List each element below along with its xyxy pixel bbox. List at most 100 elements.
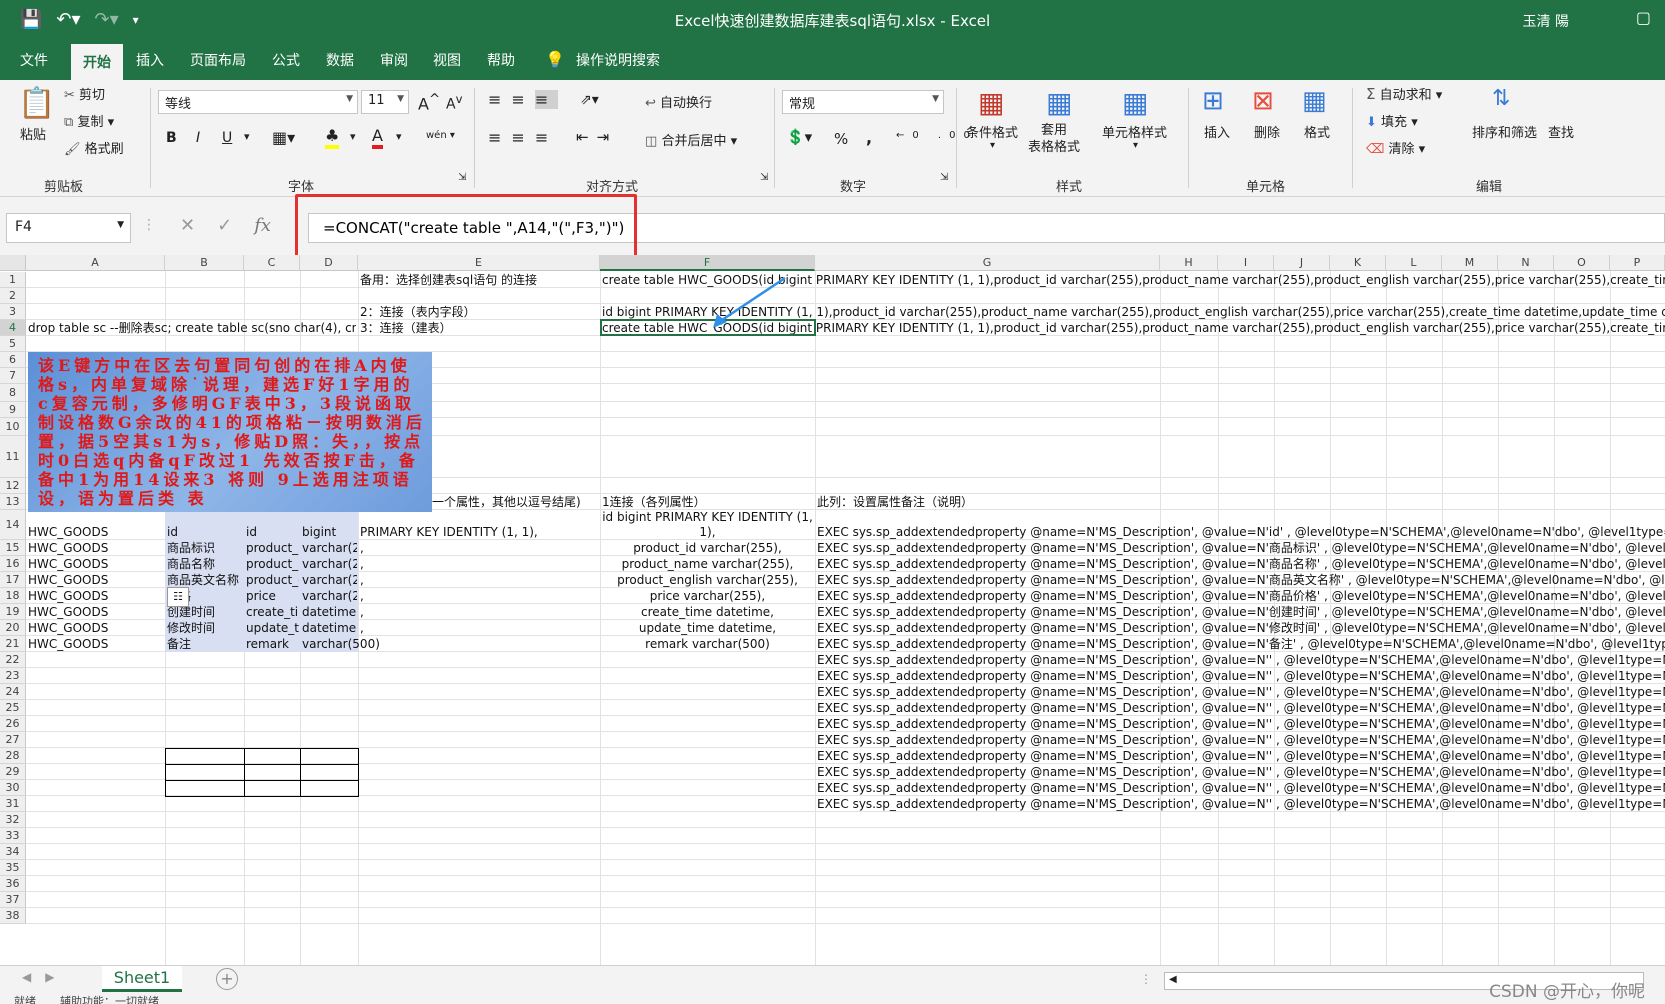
table-cell-g[interactable]: EXEC sys.sp_addextendedproperty @name=N'… — [817, 604, 1665, 620]
row-header-17[interactable]: 17 — [0, 572, 26, 588]
fill-button[interactable]: ⬇ 填充 ▾ — [1366, 111, 1418, 130]
column-header-f[interactable]: F — [600, 255, 815, 271]
wrap-text-button[interactable]: ↩ 自动换行 — [645, 92, 712, 111]
table-cell-c[interactable]: update_tii — [246, 620, 299, 636]
currency-icon[interactable]: 💲▾ — [786, 128, 812, 146]
row-header-16[interactable]: 16 — [0, 556, 26, 572]
row-header-13[interactable]: 13 — [0, 494, 26, 510]
shrink-font-button[interactable]: Av — [446, 92, 462, 113]
table-cell-f[interactable]: product_name varchar(255), — [602, 556, 813, 572]
row-header-6[interactable]: 6 — [0, 352, 26, 368]
table-cell-g[interactable]: EXEC sys.sp_addextendedproperty @name=N'… — [817, 636, 1665, 652]
table-cell-f[interactable]: product_english varchar(255), — [602, 572, 813, 588]
insert-cells-icon[interactable]: ⊞ — [1202, 86, 1224, 116]
table-cell-d[interactable]: datetime — [302, 604, 357, 620]
fill-dropdown[interactable]: ▾ — [350, 130, 356, 143]
row-header-23[interactable]: 23 — [0, 668, 26, 684]
phonetic-button[interactable]: wén ▾ — [426, 130, 455, 141]
row-header-4[interactable]: 4 — [0, 320, 26, 336]
column-header-c[interactable]: C — [244, 255, 300, 271]
tab-review[interactable]: 审阅 — [380, 50, 408, 70]
cell-e3[interactable]: 2：连接（表内字段） — [360, 304, 476, 320]
cut-button[interactable]: ✂ 剪切 — [64, 84, 105, 103]
row-header-25[interactable]: 25 — [0, 700, 26, 716]
table-cell-b[interactable]: 备注 — [167, 636, 243, 652]
row-header-1[interactable]: 1 — [0, 272, 26, 288]
table-cell-e[interactable]: , — [360, 604, 599, 620]
insert-cells-button[interactable]: 插入 — [1204, 122, 1230, 141]
number-launcher-icon[interactable]: ⇲ — [940, 172, 948, 183]
underline-button[interactable]: U — [222, 130, 232, 146]
table-cell-e[interactable]: , — [360, 588, 599, 604]
indent-icons[interactable]: ⇤⇥ — [576, 128, 617, 146]
tab-help[interactable]: 帮助 — [487, 50, 515, 70]
table-cell-c[interactable]: id — [246, 524, 299, 540]
table-cell-c[interactable]: product_n — [246, 556, 299, 572]
row-header-5[interactable]: 5 — [0, 336, 26, 352]
column-header-n[interactable]: N — [1498, 255, 1554, 271]
column-header-k[interactable]: K — [1330, 255, 1386, 271]
sheet-nav-arrows[interactable]: ◀▶ — [22, 970, 68, 984]
conditional-format-icon[interactable]: ▦ — [978, 86, 1004, 119]
table-cell-d[interactable]: datetime — [302, 620, 357, 636]
row-header-33[interactable]: 33 — [0, 828, 26, 844]
table-cell-c[interactable]: price — [246, 588, 299, 604]
cell-styles-icon[interactable]: ▦ — [1122, 86, 1148, 119]
table-cell-b[interactable]: 商品标识 — [167, 540, 243, 556]
column-header-b[interactable]: B — [165, 255, 244, 271]
table-cell-a[interactable]: HWC_GOODS — [28, 572, 164, 588]
column-header-d[interactable]: D — [300, 255, 358, 271]
status-accessibility[interactable]: 辅助功能：一切就绪 — [60, 993, 159, 1004]
cell-styles-button[interactable]: 单元格样式 — [1102, 122, 1167, 141]
tab-view[interactable]: 视图 — [433, 50, 461, 70]
format-as-table-button[interactable]: 套用 表格格式 — [1028, 122, 1080, 156]
table-cell-g[interactable]: EXEC sys.sp_addextendedproperty @name=N'… — [817, 540, 1665, 556]
borders-icon[interactable]: ▦▾ — [272, 128, 295, 147]
italic-button[interactable]: I — [196, 130, 200, 146]
row-header-9[interactable]: 9 — [0, 402, 26, 418]
delete-cells-button[interactable]: 删除 — [1254, 122, 1280, 141]
row-header-29[interactable]: 29 — [0, 764, 26, 780]
bold-button[interactable]: B — [166, 130, 177, 146]
table-cell-b[interactable]: 商品名称 — [167, 556, 243, 572]
row-header-38[interactable]: 38 — [0, 908, 26, 924]
column-header-l[interactable]: L — [1386, 255, 1442, 271]
tab-page-layout[interactable]: 页面布局 — [190, 50, 246, 70]
row-header-20[interactable]: 20 — [0, 620, 26, 636]
table-cell-a[interactable]: HWC_GOODS — [28, 636, 164, 652]
row-header-27[interactable]: 27 — [0, 732, 26, 748]
table-cell-g-empty[interactable]: EXEC sys.sp_addextendedproperty @name=N'… — [817, 780, 1665, 796]
table-cell-g-empty[interactable]: EXEC sys.sp_addextendedproperty @name=N'… — [817, 732, 1665, 748]
row-header-8[interactable]: 8 — [0, 384, 26, 402]
row-header-30[interactable]: 30 — [0, 780, 26, 796]
add-sheet-button[interactable]: + — [216, 968, 238, 990]
bordered-cell[interactable] — [300, 780, 359, 797]
row-header-10[interactable]: 10 — [0, 418, 26, 436]
select-all-corner[interactable] — [0, 255, 26, 271]
table-cell-c[interactable]: product_e — [246, 572, 299, 588]
font-color-button[interactable]: A — [372, 126, 383, 149]
table-cell-g-empty[interactable]: EXEC sys.sp_addextendedproperty @name=N'… — [817, 684, 1665, 700]
table-cell-a[interactable]: HWC_GOODS — [28, 604, 164, 620]
row-header-31[interactable]: 31 — [0, 796, 26, 812]
cell-f13[interactable]: 1连接（各列属性） — [602, 494, 814, 510]
table-cell-f[interactable]: id bigint PRIMARY KEY IDENTITY (1, 1), — [602, 510, 813, 540]
row-header-32[interactable]: 32 — [0, 812, 26, 828]
cancel-icon[interactable]: ✕ — [180, 215, 195, 236]
row-header-26[interactable]: 26 — [0, 716, 26, 732]
sort-filter-icon[interactable]: ⇅ — [1492, 86, 1510, 111]
sheet-tab-sheet1[interactable]: Sheet1 — [102, 966, 182, 992]
table-cell-g-empty[interactable]: EXEC sys.sp_addextendedproperty @name=N'… — [817, 716, 1665, 732]
bordered-cell[interactable] — [165, 748, 245, 765]
format-as-table-icon[interactable]: ▦ — [1046, 86, 1072, 119]
conditional-format-button[interactable]: 条件格式 — [966, 122, 1018, 141]
column-header-o[interactable]: O — [1554, 255, 1610, 271]
delete-cells-icon[interactable]: ⊠ — [1252, 86, 1274, 116]
column-header-h[interactable]: H — [1160, 255, 1218, 271]
table-cell-g-empty[interactable]: EXEC sys.sp_addextendedproperty @name=N'… — [817, 764, 1665, 780]
paste-icon[interactable]: 📋 — [18, 86, 55, 121]
paste-button[interactable]: 粘贴 — [20, 124, 46, 143]
tell-me-search[interactable]: 操作说明搜索 — [576, 50, 660, 70]
column-header-m[interactable]: M — [1442, 255, 1498, 271]
font-size-select[interactable]: 11 ▼ — [361, 90, 409, 114]
